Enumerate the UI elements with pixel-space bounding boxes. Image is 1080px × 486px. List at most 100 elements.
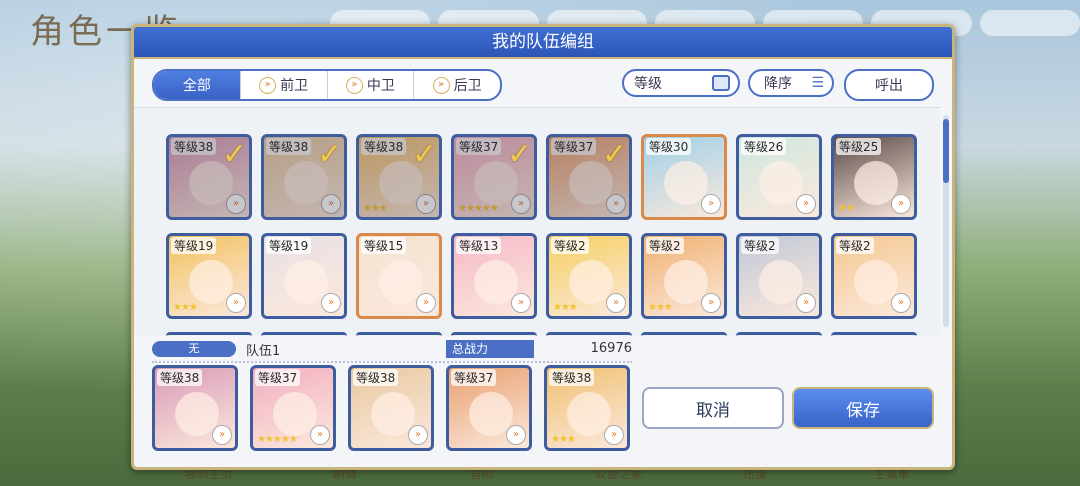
character-card-partial — [546, 332, 632, 336]
character-card-partial — [261, 332, 347, 336]
character-level: 等级38 — [353, 369, 399, 386]
role-chevron-icon: » — [226, 293, 246, 313]
star-rating: ★★★★★ — [458, 203, 499, 214]
character-card[interactable]: 等级13 » — [451, 233, 537, 319]
character-level: 等级19 — [266, 237, 312, 254]
filter-all[interactable]: 全部 — [154, 71, 240, 99]
character-card[interactable]: 等级19 » — [261, 233, 347, 319]
sort-lines-icon: ☰ — [811, 75, 824, 91]
character-card[interactable]: 等级38 ★★★ » — [544, 365, 630, 451]
sort-level-label: 等级 — [634, 76, 662, 92]
filter-middle-label: 中卫 — [366, 78, 395, 94]
star-rating: ★★★ — [648, 302, 673, 313]
roster-scroll-thumb[interactable] — [943, 119, 949, 183]
character-card-partial — [166, 332, 252, 336]
back-role-icon: » — [432, 76, 450, 94]
role-chevron-icon: » — [408, 425, 428, 445]
character-roster: 等级38» ✓ 等级38» ✓ 等级38 ★★★» ✓ 等级37 ★★★★★» ✓ 等级37» ✓ 等级… — [134, 107, 940, 336]
sort-level-button[interactable]: 等级 — [622, 69, 740, 97]
front-role-icon: » — [259, 76, 277, 94]
character-level: 等级38 — [361, 138, 407, 155]
role-chevron-icon: » — [212, 425, 232, 445]
selected-check-icon: ✓ — [222, 137, 248, 172]
role-chevron-icon: » — [701, 293, 721, 313]
role-chevron-icon: » — [701, 194, 721, 214]
character-level: 等级38 — [157, 369, 203, 386]
character-level: 等级25 — [836, 138, 882, 155]
star-rating: ★★★ — [553, 302, 578, 313]
character-level: 等级38 — [171, 138, 217, 155]
role-chevron-icon: » — [506, 425, 526, 445]
role-chevron-icon: » — [606, 293, 626, 313]
filter-front[interactable]: » 前卫 — [239, 71, 327, 99]
dialog-title: 我的队伍编组 — [134, 27, 952, 59]
save-button[interactable]: 保存 — [792, 387, 934, 429]
character-level: 等级37 — [551, 138, 597, 155]
selected-check-icon: ✓ — [507, 137, 533, 172]
character-card[interactable]: 等级2 » — [736, 233, 822, 319]
character-level: 等级2 — [741, 237, 779, 254]
character-card[interactable]: 等级30 » — [641, 134, 727, 220]
role-chevron-icon: » — [796, 293, 816, 313]
filter-all-label: 全部 — [182, 78, 211, 94]
character-card[interactable]: 等级37 ★★★★★ » — [250, 365, 336, 451]
star-rating: ★★ — [838, 203, 855, 214]
character-level: 等级2 — [646, 237, 684, 254]
character-level: 等级38 — [266, 138, 312, 155]
cancel-button[interactable]: 取消 — [642, 387, 784, 429]
character-card-partial — [831, 332, 917, 336]
role-chevron-icon: » — [511, 194, 531, 214]
filter-back[interactable]: » 后卫 — [413, 71, 500, 99]
call-out-button[interactable]: 呼出 — [844, 69, 934, 101]
character-level: 等级19 — [171, 237, 217, 254]
character-card[interactable]: 等级25 ★★ » — [831, 134, 917, 220]
total-power-label: 总战力 — [446, 340, 534, 358]
star-rating: ★★★ — [173, 302, 198, 313]
view-toggle-icon — [712, 75, 730, 91]
position-filter: 全部 » 前卫 » 中卫 » 后卫 — [152, 69, 502, 101]
star-rating: ★★★★★ — [257, 434, 298, 445]
role-chevron-icon: » — [796, 194, 816, 214]
role-chevron-icon: » — [604, 425, 624, 445]
filter-middle[interactable]: » 中卫 — [326, 71, 414, 99]
character-level: 等级2 — [551, 237, 589, 254]
team-edit-dialog: 我的队伍编组 全部 » 前卫 » 中卫 » 后卫 等级 降序 ☰ 呼出 等级38… — [131, 24, 955, 470]
character-card[interactable]: 等级19 ★★★ » — [166, 233, 252, 319]
selected-check-icon: ✓ — [602, 137, 628, 172]
filter-back-label: 后卫 — [453, 78, 482, 94]
sort-order-button[interactable]: 降序 ☰ — [748, 69, 834, 97]
role-chevron-icon: » — [310, 425, 330, 445]
role-chevron-icon: » — [226, 194, 246, 214]
character-level: 等级38 — [549, 369, 595, 386]
character-level: 等级2 — [836, 237, 874, 254]
star-rating: ★★★ — [551, 434, 576, 445]
divider — [152, 361, 632, 363]
character-card[interactable]: 等级2 » — [831, 233, 917, 319]
role-chevron-icon: » — [416, 293, 436, 313]
selected-check-icon: ✓ — [317, 137, 343, 172]
star-rating: ★★★ — [363, 203, 388, 214]
character-card[interactable]: 等级15 » — [356, 233, 442, 319]
character-card-partial — [356, 332, 442, 336]
character-level: 等级37 — [451, 369, 497, 386]
role-chevron-icon: » — [891, 194, 911, 214]
character-level: 等级30 — [646, 138, 692, 155]
character-level: 等级37 — [456, 138, 502, 155]
character-card[interactable]: 等级38 » — [348, 365, 434, 451]
character-card-partial — [451, 332, 537, 336]
team-name: 队伍1 — [246, 344, 281, 359]
character-level: 等级15 — [361, 237, 407, 254]
character-card[interactable]: 等级2 ★★★ » — [546, 233, 632, 319]
character-card[interactable]: 等级37 » — [446, 365, 532, 451]
selected-check-icon: ✓ — [412, 137, 438, 172]
character-card[interactable]: 等级2 ★★★ » — [641, 233, 727, 319]
role-chevron-icon: » — [511, 293, 531, 313]
character-level: 等级26 — [741, 138, 787, 155]
middle-role-icon: » — [345, 76, 363, 94]
character-card-partial — [736, 332, 822, 336]
role-chevron-icon: » — [891, 293, 911, 313]
character-card[interactable]: 等级26 » — [736, 134, 822, 220]
character-card[interactable]: 等级38 » — [152, 365, 238, 451]
character-level: 等级13 — [456, 237, 502, 254]
character-level: 等级37 — [255, 369, 301, 386]
